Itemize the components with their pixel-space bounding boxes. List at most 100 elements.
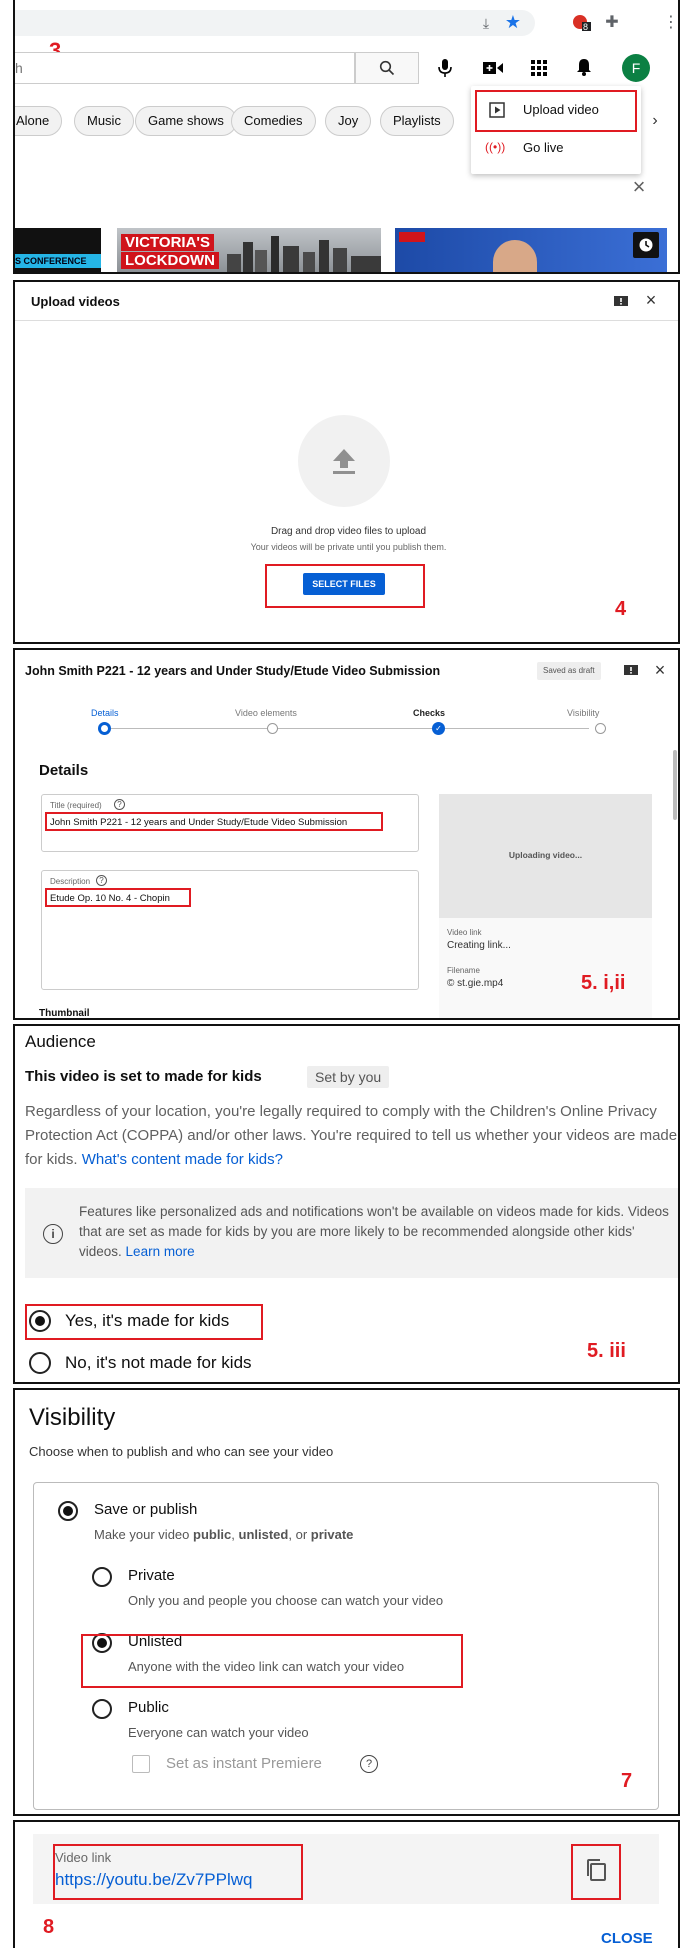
public-desc: Everyone can watch your video — [128, 1725, 309, 1740]
go-live-icon: ((•)) — [485, 140, 506, 154]
highlight-description — [45, 888, 191, 907]
made-for-kids-link[interactable]: What's content made for kids? — [82, 1151, 283, 1168]
upload-drop-target[interactable] — [298, 415, 390, 507]
highlight-copy — [571, 1844, 621, 1900]
premiere-checkbox[interactable] — [132, 1755, 150, 1773]
details-heading: Details — [39, 762, 89, 779]
stepper-label-visibility[interactable]: Visibility — [567, 708, 599, 718]
upload-arrow-icon — [333, 449, 355, 474]
info-box: i Features like personalized ads and not… — [25, 1188, 678, 1278]
chip-alone[interactable]: Alone — [15, 106, 63, 136]
audience-heading: Audience — [25, 1032, 96, 1051]
bookmark-star-icon[interactable]: ★ — [503, 12, 523, 32]
help-icon[interactable]: ? — [360, 1755, 378, 1773]
avatar[interactable]: F — [622, 54, 650, 82]
menu-item-go-live[interactable]: ((•)) Go live — [471, 130, 641, 166]
dialog-divider — [15, 320, 678, 321]
panel-audience: Audience This video is set to made for k… — [13, 1024, 680, 1384]
chevron-right-icon[interactable]: › — [645, 110, 665, 132]
panel-upload-videos: Upload videos × Drag and drop video file… — [13, 280, 680, 644]
search-box[interactable] — [15, 52, 355, 84]
title-field-label: Title (required) — [50, 801, 102, 810]
search-button[interactable] — [355, 52, 419, 84]
highlight-yes-kids — [25, 1304, 263, 1340]
learn-more-link[interactable]: Learn more — [126, 1244, 195, 1259]
step-label-4: 4 — [615, 598, 627, 620]
highlight-title — [45, 812, 383, 831]
chip-playlists[interactable]: Playlists — [380, 106, 454, 136]
search-icon — [379, 60, 395, 76]
desc-private: private — [310, 1527, 354, 1542]
step-label-5-i-ii: 5. i,ii — [581, 972, 626, 994]
step-label-5-iii: 5. iii — [587, 1340, 626, 1362]
microphone-icon[interactable] — [433, 56, 457, 80]
stepper-dot-video-elements — [267, 723, 278, 734]
chip-music[interactable]: Music — [74, 106, 134, 136]
thumbnail-lockdown[interactable]: VICTORIA'S LOCKDOWN — [117, 228, 381, 272]
news-presenter — [493, 240, 537, 272]
option-no-kids[interactable]: No, it's not made for kids — [25, 1348, 325, 1378]
stepper: Details Video elements Checks Visibility… — [15, 708, 678, 752]
help-icon[interactable]: ? — [96, 875, 107, 886]
news-logo — [399, 232, 425, 242]
menu-item-label: Go live — [523, 140, 564, 155]
video-link-label: Video link — [447, 928, 482, 937]
radio-private[interactable] — [92, 1567, 112, 1587]
video-info: Video link Creating link... Filename © s… — [439, 918, 652, 1018]
chip-comedies[interactable]: Comedies — [231, 106, 316, 136]
stepper-label-checks[interactable]: Checks — [413, 708, 445, 718]
create-video-icon[interactable] — [481, 58, 505, 78]
set-by-badge: Set by you — [307, 1066, 390, 1088]
filename-label: Filename — [447, 966, 480, 975]
address-bar[interactable] — [15, 10, 535, 36]
visibility-heading: Visibility — [29, 1404, 116, 1431]
desc-comma: , — [231, 1527, 239, 1542]
search-input[interactable] — [15, 53, 335, 83]
stepper-label-video-elements[interactable]: Video elements — [235, 708, 297, 718]
private-note: Your videos will be private until you pu… — [250, 542, 447, 552]
stepper-dot-visibility — [595, 723, 606, 734]
stepper-dot-details — [98, 722, 111, 735]
description-label: Description — [50, 877, 91, 886]
thumbnail-news[interactable] — [395, 228, 667, 272]
help-icon[interactable]: ? — [114, 799, 125, 810]
dialog-title: Upload videos — [31, 294, 120, 309]
close-button[interactable]: CLOSE — [601, 1930, 653, 1947]
browser-bar: ⤓ ★ 8 ✚ ⋮ — [15, 0, 678, 44]
thumbnail-heading: Thumbnail — [39, 1008, 90, 1019]
install-app-icon[interactable]: ⤓ — [477, 14, 495, 32]
info-icon: i — [43, 1224, 63, 1244]
radio-public[interactable] — [92, 1699, 112, 1719]
puzzle-icon[interactable]: ✚ — [602, 12, 622, 32]
premiere-label: Set as instant Premiere — [166, 1755, 322, 1772]
close-icon[interactable]: × — [628, 174, 650, 199]
watch-later-icon[interactable] — [633, 232, 659, 258]
panel-youtube-header: ⤓ ★ 8 ✚ ⋮ 3 F Alone Music Game shows Com… — [13, 0, 680, 274]
notifications-bell-icon[interactable] — [573, 56, 595, 78]
step-label-7: 7 — [621, 1770, 633, 1792]
video-link-value: Creating link... — [447, 940, 511, 951]
stepper-label-details[interactable]: Details — [91, 708, 119, 718]
feedback-icon[interactable] — [613, 294, 629, 310]
video-title-header: John Smith P221 - 12 years and Under Stu… — [25, 664, 441, 678]
thumbnail-conference[interactable]: S CONFERENCE — [15, 228, 101, 272]
public-label: Public — [128, 1699, 169, 1716]
extension-badge: 8 — [583, 22, 589, 32]
chip-joy[interactable]: Joy — [325, 106, 372, 136]
apps-grid-icon[interactable] — [528, 57, 550, 79]
highlight-upload-video — [475, 90, 637, 132]
feedback-icon[interactable] — [623, 664, 639, 678]
thumbnail-caption: S CONFERENCE — [15, 254, 101, 268]
more-vert-icon[interactable]: ⋮ — [663, 12, 678, 32]
close-icon[interactable]: × — [642, 290, 660, 310]
close-icon[interactable]: × — [651, 660, 669, 680]
saved-draft-badge: Saved as draft — [537, 662, 601, 680]
drag-drop-text: Drag and drop video files to upload — [270, 526, 427, 537]
visibility-subtitle: Choose when to publish and who can see y… — [29, 1444, 334, 1459]
radio-no-kids[interactable] — [29, 1352, 51, 1374]
radio-save-or-publish[interactable] — [58, 1501, 78, 1521]
scrollbar[interactable] — [673, 750, 677, 820]
private-label: Private — [128, 1567, 175, 1584]
chip-game-shows[interactable]: Game shows — [135, 106, 237, 136]
highlight-video-link — [53, 1844, 303, 1900]
